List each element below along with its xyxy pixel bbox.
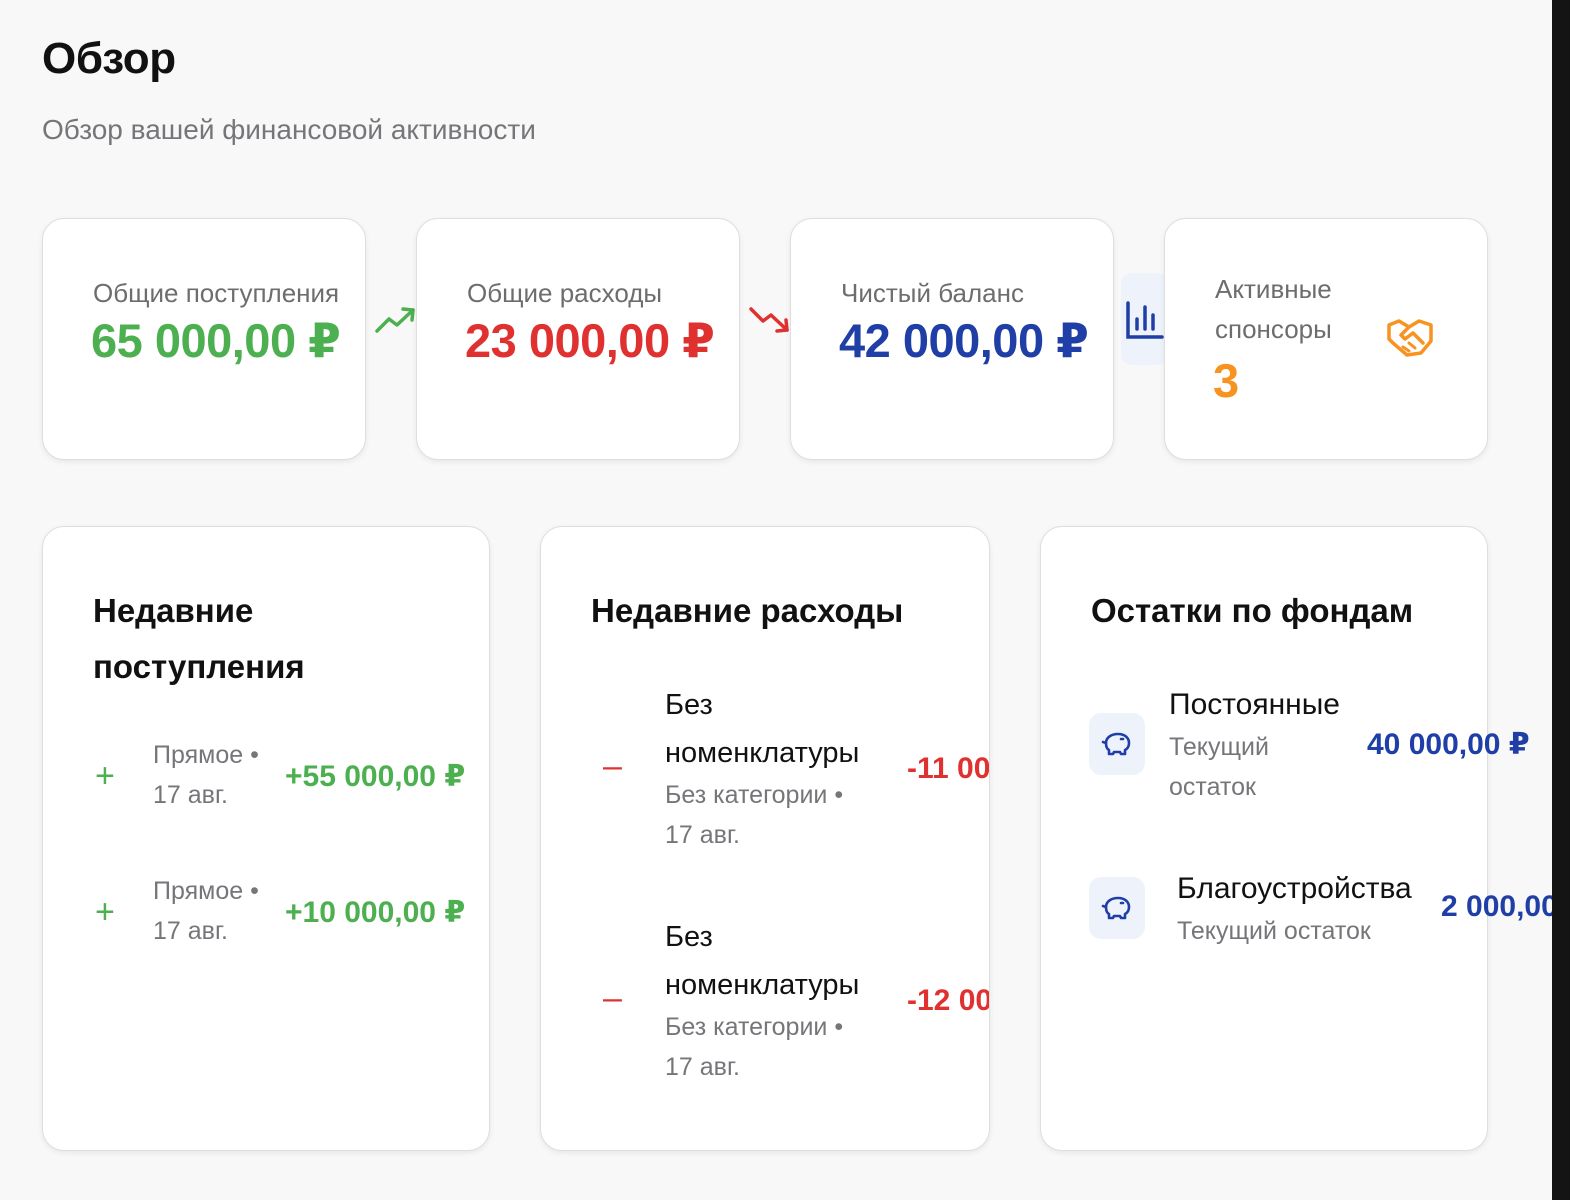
income-meta: Прямое • 17 авг.: [153, 871, 259, 951]
stat-label-net-balance: Чистый баланс: [841, 278, 1024, 308]
stat-value-total-expenses: 23 000,00 ₽: [465, 314, 715, 367]
stat-card-total-expenses: Общие расходы 23 000,00 ₽: [416, 218, 789, 460]
piggy-bank-icon: [1101, 896, 1131, 920]
page-subtitle: Обзор вашей финансовой активности: [42, 114, 536, 145]
trending-up-icon: [375, 307, 415, 333]
piggy-bank-icon: [1101, 732, 1131, 756]
income-source: Прямое •: [153, 741, 259, 769]
panel-recent-income: Недавние поступления + Прямое • 17 авг. …: [42, 526, 490, 1151]
handshake-icon: [1387, 319, 1433, 357]
stat-label-total-income: Общие поступления: [93, 278, 340, 308]
stat-card-net-balance: Чистый баланс 42 000,00 ₽: [790, 218, 1167, 460]
expense-name: Без номенклатуры: [665, 913, 859, 1009]
plus-icon: +: [95, 893, 115, 931]
fund-meta: Текущий остаток: [1177, 917, 1371, 945]
income-amount: +55 000,00 ₽: [285, 760, 466, 793]
plus-icon: +: [95, 757, 115, 795]
panel-title-line2: поступления: [93, 648, 305, 685]
fund-icon-wrap: [1089, 713, 1145, 775]
income-amount: +10 000,00 ₽: [285, 896, 466, 929]
fund-amount: 2 000,00 ₽: [1441, 890, 1570, 923]
stat-value-total-income: 65 000,00 ₽: [91, 314, 341, 367]
stat-value-active-sponsors: 3: [1213, 354, 1239, 407]
stat-label-line1: Активные: [1215, 274, 1332, 304]
expense-category: Без категории •: [665, 1013, 844, 1041]
bar-chart-icon-bg: [1121, 273, 1167, 365]
expense-amount: -12 000,00 ₽: [907, 984, 989, 1017]
expense-name: Без номенклатуры: [665, 681, 859, 777]
fund-meta-line1: Текущий: [1169, 733, 1269, 761]
income-meta: Прямое • 17 авг.: [153, 735, 259, 815]
expense-date: 17 авг.: [665, 1053, 740, 1081]
scrollbar-track: [1552, 0, 1570, 1200]
fund-meta-line2: остаток: [1169, 773, 1256, 801]
minus-icon: –: [603, 979, 622, 1017]
panel-title-recent-expenses: Недавние расходы: [591, 592, 904, 629]
panel-title-recent-income: Недавние поступления: [93, 583, 305, 695]
panel-title-fund-balances: Остатки по фондам: [1091, 592, 1414, 629]
expense-name-line2: номенклатуры: [665, 969, 860, 1001]
page-title: Обзор: [42, 34, 176, 83]
stat-value-net-balance: 42 000,00 ₽: [839, 314, 1089, 367]
expense-name-line1: Без: [665, 921, 713, 953]
panel-fund-balances: Остатки по фондам Постоянные Текущий ост…: [1040, 526, 1570, 1151]
fund-meta: Текущий остаток: [1169, 727, 1269, 807]
expense-date: 17 авг.: [665, 821, 740, 849]
income-date: 17 авг.: [153, 917, 228, 945]
stat-label-line2: спонсоры: [1215, 314, 1332, 344]
fund-name: Постоянные: [1169, 688, 1340, 721]
panel-recent-expenses: Недавние расходы – Без номенклатуры Без …: [540, 526, 990, 1151]
stat-card-active-sponsors: Активные спонсоры 3: [1164, 218, 1488, 460]
income-source: Прямое •: [153, 877, 259, 905]
expense-meta: Без категории • 17 авг.: [665, 775, 843, 855]
fund-name: Благоустройства: [1177, 872, 1412, 905]
stat-label-active-sponsors: Активные спонсоры: [1215, 269, 1332, 349]
expense-meta: Без категории • 17 авг.: [665, 1007, 843, 1087]
stat-label-total-expenses: Общие расходы: [467, 278, 663, 308]
stat-card-total-income: Общие поступления 65 000,00 ₽: [42, 218, 415, 460]
income-date: 17 авг.: [153, 781, 228, 809]
expense-category: Без категории •: [665, 781, 844, 809]
minus-icon: –: [603, 747, 622, 785]
panel-title-line1: Недавние: [93, 592, 254, 629]
fund-icon-wrap: [1089, 877, 1145, 939]
expense-name-line1: Без: [665, 689, 713, 721]
fund-amount: 40 000,00 ₽: [1367, 728, 1530, 761]
expense-name-line2: номенклатуры: [665, 737, 860, 769]
bar-chart-icon: [1126, 301, 1164, 339]
trending-down-icon: [749, 307, 789, 333]
expense-amount: -11 000,00 ₽: [907, 752, 990, 785]
